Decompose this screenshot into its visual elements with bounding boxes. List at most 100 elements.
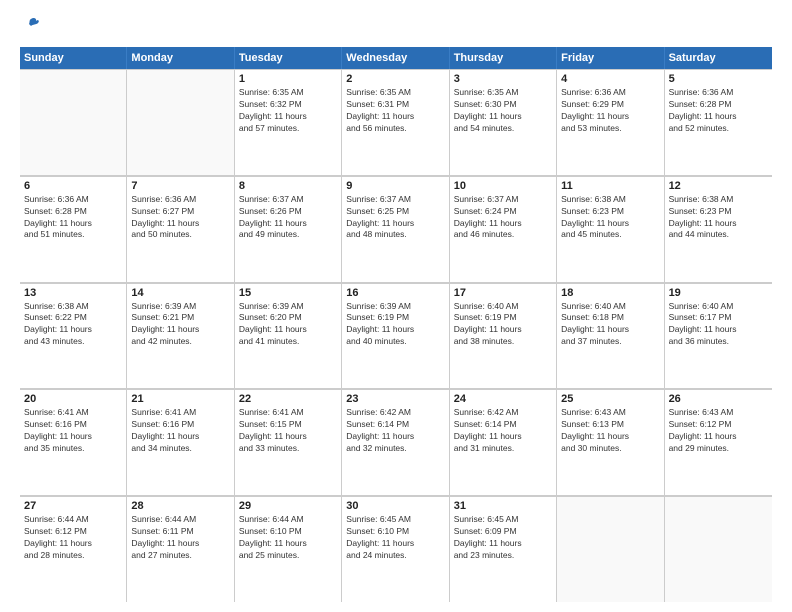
cell-info-line: and 42 minutes.: [131, 336, 229, 348]
cell-info-line: and 57 minutes.: [239, 123, 337, 135]
cell-info-line: Daylight: 11 hours: [669, 218, 768, 230]
cell-info-line: Sunset: 6:28 PM: [24, 206, 122, 218]
day-number: 2: [346, 73, 444, 85]
cell-info-line: Daylight: 11 hours: [239, 431, 337, 443]
cell-info-line: and 40 minutes.: [346, 336, 444, 348]
calendar-row: 20Sunrise: 6:41 AMSunset: 6:16 PMDayligh…: [20, 389, 772, 496]
cell-info-line: Sunrise: 6:43 AM: [561, 407, 659, 419]
cell-info-line: and 31 minutes.: [454, 443, 552, 455]
cell-info-line: and 37 minutes.: [561, 336, 659, 348]
cell-info-line: Sunrise: 6:40 AM: [561, 301, 659, 313]
cell-info-line: Sunset: 6:32 PM: [239, 99, 337, 111]
calendar-cell: 12Sunrise: 6:38 AMSunset: 6:23 PMDayligh…: [665, 176, 772, 282]
day-number: 27: [24, 500, 122, 512]
cell-info-line: Sunset: 6:14 PM: [346, 419, 444, 431]
cell-info-line: Sunrise: 6:37 AM: [239, 194, 337, 206]
calendar-body: 1Sunrise: 6:35 AMSunset: 6:32 PMDaylight…: [20, 69, 772, 602]
day-number: 29: [239, 500, 337, 512]
cell-info-line: Sunset: 6:28 PM: [669, 99, 768, 111]
calendar-cell: 30Sunrise: 6:45 AMSunset: 6:10 PMDayligh…: [342, 496, 449, 602]
cell-info-line: and 35 minutes.: [24, 443, 122, 455]
cell-info-line: and 23 minutes.: [454, 550, 552, 562]
cell-info-line: Sunset: 6:23 PM: [561, 206, 659, 218]
cell-info-line: Sunset: 6:20 PM: [239, 312, 337, 324]
cell-info-line: Daylight: 11 hours: [239, 218, 337, 230]
cell-info-line: Sunrise: 6:38 AM: [24, 301, 122, 313]
cell-info-line: Daylight: 11 hours: [669, 431, 768, 443]
day-number: 21: [131, 393, 229, 405]
header-day-monday: Monday: [127, 47, 234, 69]
day-number: 14: [131, 287, 229, 299]
calendar-cell: 16Sunrise: 6:39 AMSunset: 6:19 PMDayligh…: [342, 283, 449, 389]
calendar-cell: 4Sunrise: 6:36 AMSunset: 6:29 PMDaylight…: [557, 69, 664, 175]
day-number: 15: [239, 287, 337, 299]
calendar-cell: 27Sunrise: 6:44 AMSunset: 6:12 PMDayligh…: [20, 496, 127, 602]
day-number: 7: [131, 180, 229, 192]
day-number: 6: [24, 180, 122, 192]
page: SundayMondayTuesdayWednesdayThursdayFrid…: [0, 0, 792, 612]
cell-info-line: and 50 minutes.: [131, 229, 229, 241]
cell-info-line: Sunrise: 6:36 AM: [24, 194, 122, 206]
cell-info-line: and 54 minutes.: [454, 123, 552, 135]
cell-info-line: Sunrise: 6:35 AM: [454, 87, 552, 99]
calendar-cell: 19Sunrise: 6:40 AMSunset: 6:17 PMDayligh…: [665, 283, 772, 389]
cell-info-line: and 25 minutes.: [239, 550, 337, 562]
cell-info-line: Sunrise: 6:39 AM: [131, 301, 229, 313]
cell-info-line: Sunrise: 6:45 AM: [346, 514, 444, 526]
cell-info-line: Sunrise: 6:39 AM: [346, 301, 444, 313]
day-number: 3: [454, 73, 552, 85]
cell-info-line: Sunset: 6:19 PM: [346, 312, 444, 324]
cell-info-line: and 48 minutes.: [346, 229, 444, 241]
cell-info-line: and 49 minutes.: [239, 229, 337, 241]
day-number: 26: [669, 393, 768, 405]
cell-info-line: Sunset: 6:23 PM: [669, 206, 768, 218]
header: [20, 16, 772, 39]
cell-info-line: and 53 minutes.: [561, 123, 659, 135]
cell-info-line: Sunrise: 6:39 AM: [239, 301, 337, 313]
header-day-sunday: Sunday: [20, 47, 127, 69]
cell-info-line: Daylight: 11 hours: [239, 111, 337, 123]
calendar-cell: 13Sunrise: 6:38 AMSunset: 6:22 PMDayligh…: [20, 283, 127, 389]
calendar-row: 1Sunrise: 6:35 AMSunset: 6:32 PMDaylight…: [20, 69, 772, 176]
calendar-cell: 28Sunrise: 6:44 AMSunset: 6:11 PMDayligh…: [127, 496, 234, 602]
header-day-thursday: Thursday: [450, 47, 557, 69]
day-number: 31: [454, 500, 552, 512]
cell-info-line: Sunrise: 6:42 AM: [346, 407, 444, 419]
cell-info-line: Daylight: 11 hours: [131, 431, 229, 443]
cell-info-line: Sunrise: 6:41 AM: [131, 407, 229, 419]
day-number: 30: [346, 500, 444, 512]
day-number: 18: [561, 287, 659, 299]
cell-info-line: Sunrise: 6:43 AM: [669, 407, 768, 419]
header-day-tuesday: Tuesday: [235, 47, 342, 69]
cell-info-line: Daylight: 11 hours: [561, 111, 659, 123]
cell-info-line: Sunrise: 6:37 AM: [454, 194, 552, 206]
cell-info-line: Daylight: 11 hours: [346, 431, 444, 443]
calendar-cell: 9Sunrise: 6:37 AMSunset: 6:25 PMDaylight…: [342, 176, 449, 282]
cell-info-line: Sunset: 6:10 PM: [346, 526, 444, 538]
cell-info-line: and 33 minutes.: [239, 443, 337, 455]
cell-info-line: Sunrise: 6:44 AM: [24, 514, 122, 526]
cell-info-line: Sunset: 6:09 PM: [454, 526, 552, 538]
cell-info-line: Daylight: 11 hours: [454, 218, 552, 230]
calendar-cell: 5Sunrise: 6:36 AMSunset: 6:28 PMDaylight…: [665, 69, 772, 175]
header-day-saturday: Saturday: [665, 47, 772, 69]
cell-info-line: Sunrise: 6:42 AM: [454, 407, 552, 419]
calendar-cell: 31Sunrise: 6:45 AMSunset: 6:09 PMDayligh…: [450, 496, 557, 602]
header-day-wednesday: Wednesday: [342, 47, 449, 69]
cell-info-line: Daylight: 11 hours: [346, 218, 444, 230]
cell-info-line: Daylight: 11 hours: [24, 538, 122, 550]
cell-info-line: and 27 minutes.: [131, 550, 229, 562]
cell-info-line: Daylight: 11 hours: [239, 324, 337, 336]
day-number: 20: [24, 393, 122, 405]
logo: [20, 16, 40, 39]
calendar-cell: 23Sunrise: 6:42 AMSunset: 6:14 PMDayligh…: [342, 389, 449, 495]
day-number: 13: [24, 287, 122, 299]
cell-info-line: Daylight: 11 hours: [454, 538, 552, 550]
logo-bird-icon: [22, 16, 40, 39]
day-number: 22: [239, 393, 337, 405]
calendar-cell: 22Sunrise: 6:41 AMSunset: 6:15 PMDayligh…: [235, 389, 342, 495]
cell-info-line: and 28 minutes.: [24, 550, 122, 562]
cell-info-line: and 36 minutes.: [669, 336, 768, 348]
day-number: 5: [669, 73, 768, 85]
day-number: 19: [669, 287, 768, 299]
